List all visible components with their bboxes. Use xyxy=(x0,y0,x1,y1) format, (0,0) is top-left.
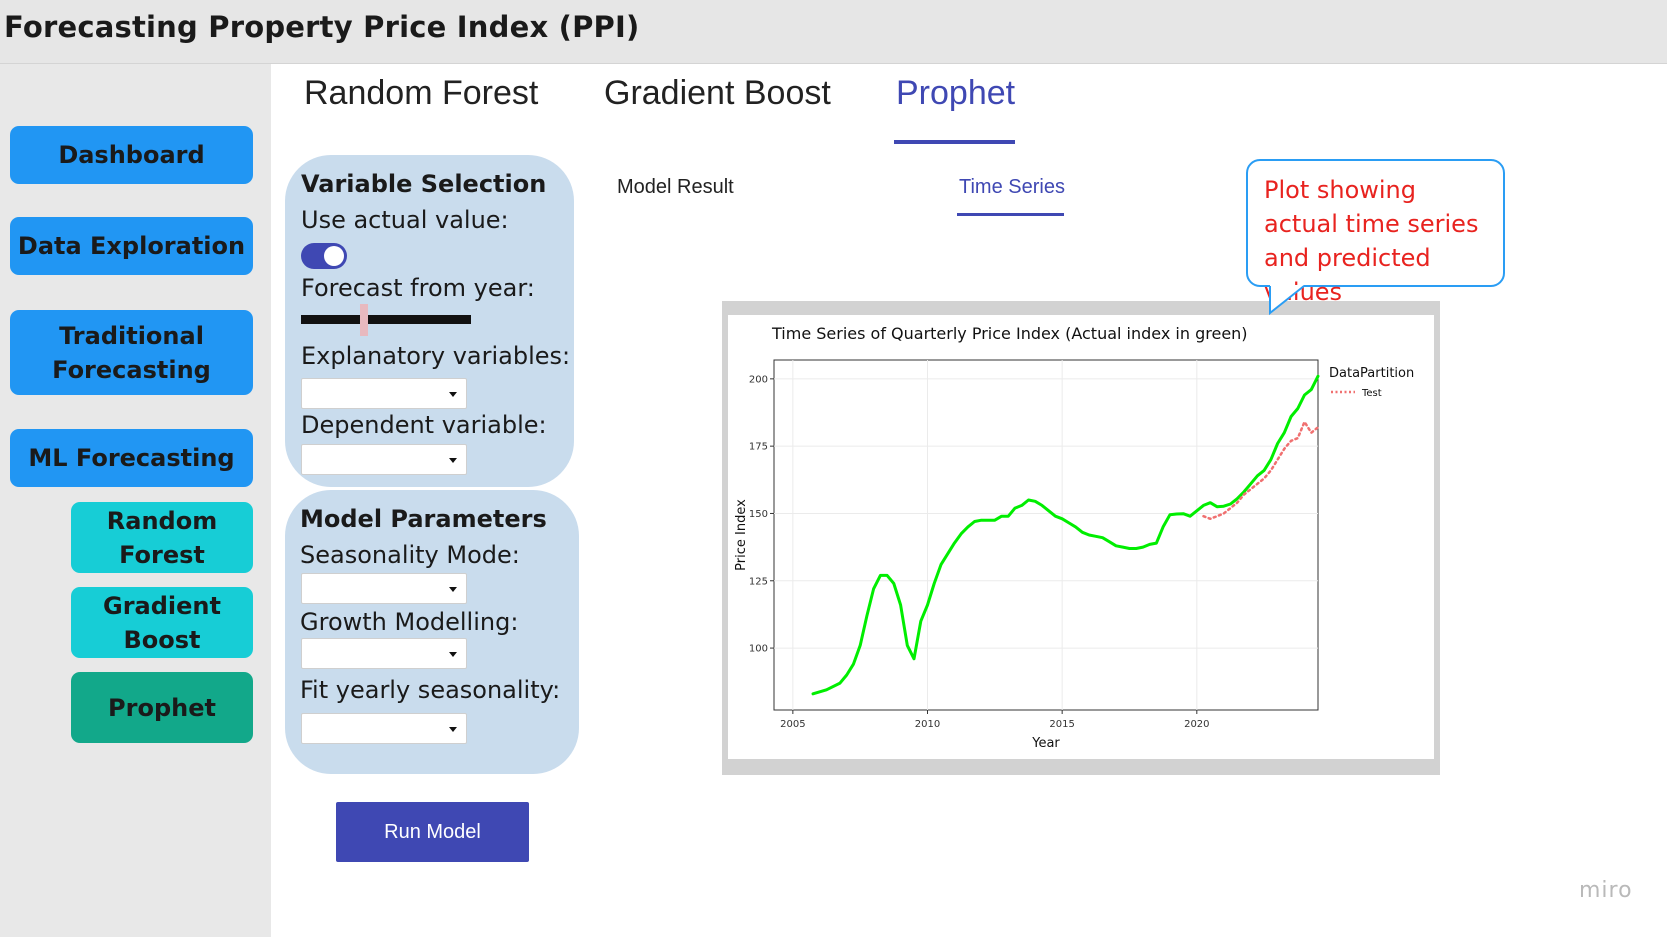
y-tick-label: 200 xyxy=(749,374,768,385)
seasonality-mode-select[interactable] xyxy=(301,573,467,604)
seasonality-mode-label: Seasonality Mode: xyxy=(300,541,520,569)
y-tick-label: 150 xyxy=(749,509,768,520)
explanatory-variables-label: Explanatory variables: xyxy=(301,342,571,370)
fit-yearly-seasonality-select[interactable] xyxy=(301,713,467,744)
x-tick-label: 2020 xyxy=(1184,719,1209,730)
use-actual-value-label: Use actual value: xyxy=(301,206,509,234)
fit-yearly-seasonality-label: Fit yearly seasonality: xyxy=(300,676,561,704)
run-model-button[interactable]: Run Model xyxy=(336,802,529,862)
tab-gradient-boost[interactable]: Gradient Boost xyxy=(604,74,831,113)
sidebar-item-prophet[interactable]: Prophet xyxy=(71,672,253,743)
chevron-down-icon xyxy=(449,587,457,592)
y-axis-label: Price Index xyxy=(734,499,749,571)
subtab-time-series[interactable]: Time Series xyxy=(959,176,1065,199)
chevron-down-icon xyxy=(449,392,457,397)
callout-pointer xyxy=(1269,285,1305,316)
toggle-knob xyxy=(324,246,344,266)
model-parameters-title: Model Parameters xyxy=(300,505,547,533)
time-series-chart: 100 125 150 175 200 2005 2010 2015 2020 Time Se… xyxy=(734,324,1414,751)
tab-prophet[interactable]: Prophet xyxy=(896,74,1015,113)
subtab-time-series-underline xyxy=(957,213,1064,216)
growth-modelling-label: Growth Modelling: xyxy=(300,608,519,636)
forecast-year-slider-handle[interactable] xyxy=(359,304,368,336)
y-axis: 100 125 150 175 200 xyxy=(749,374,774,655)
sidebar-item-ml-forecasting[interactable]: ML Forecasting xyxy=(10,429,253,487)
miro-watermark: miro xyxy=(1579,878,1633,903)
x-tick-label: 2015 xyxy=(1049,719,1074,730)
forecast-from-year-label: Forecast from year: xyxy=(301,274,535,302)
y-tick-label: 125 xyxy=(749,576,768,587)
top-bar: Forecasting Property Price Index (PPI) xyxy=(0,0,1667,64)
sidebar xyxy=(0,64,271,937)
plot-panel: 100 125 150 175 200 2005 2010 2015 2020 Time Se… xyxy=(728,315,1434,759)
sidebar-item-traditional-forecasting[interactable]: Traditional Forecasting xyxy=(10,310,253,395)
sidebar-item-random-forest[interactable]: Random Forest xyxy=(71,502,253,573)
y-tick-label: 175 xyxy=(749,442,768,453)
tab-prophet-underline xyxy=(894,140,1015,144)
x-axis: 2005 2010 2015 2020 xyxy=(780,710,1210,730)
legend-entry-test: Test xyxy=(1361,388,1382,399)
sidebar-item-gradient-boost[interactable]: Gradient Boost xyxy=(71,587,253,658)
y-tick-label: 100 xyxy=(749,644,768,655)
chevron-down-icon xyxy=(449,727,457,732)
x-tick-label: 2010 xyxy=(915,719,940,730)
explanatory-variables-select[interactable] xyxy=(301,378,467,409)
chevron-down-icon xyxy=(449,652,457,657)
chart-legend: DataPartition Test xyxy=(1329,366,1414,399)
chevron-down-icon xyxy=(449,458,457,463)
dependent-variable-select[interactable] xyxy=(301,444,467,475)
forecast-year-slider[interactable] xyxy=(301,315,471,324)
x-tick-label: 2005 xyxy=(780,719,805,730)
legend-title: DataPartition xyxy=(1329,366,1414,381)
app-title: Forecasting Property Price Index (PPI) xyxy=(4,10,640,44)
use-actual-value-toggle[interactable] xyxy=(301,243,347,269)
sidebar-item-data-exploration[interactable]: Data Exploration xyxy=(10,217,253,275)
variable-selection-title: Variable Selection xyxy=(301,170,547,198)
growth-modelling-select[interactable] xyxy=(301,638,467,669)
tab-random-forest[interactable]: Random Forest xyxy=(304,74,538,113)
sidebar-item-dashboard[interactable]: Dashboard xyxy=(10,126,253,184)
chart-title: Time Series of Quarterly Price Index (Ac… xyxy=(771,324,1248,343)
dependent-variable-label: Dependent variable: xyxy=(301,411,547,439)
annotation-callout: Plot showing actual time series and pred… xyxy=(1246,159,1505,306)
x-axis-label: Year xyxy=(1031,736,1060,751)
subtab-model-result[interactable]: Model Result xyxy=(617,176,734,199)
